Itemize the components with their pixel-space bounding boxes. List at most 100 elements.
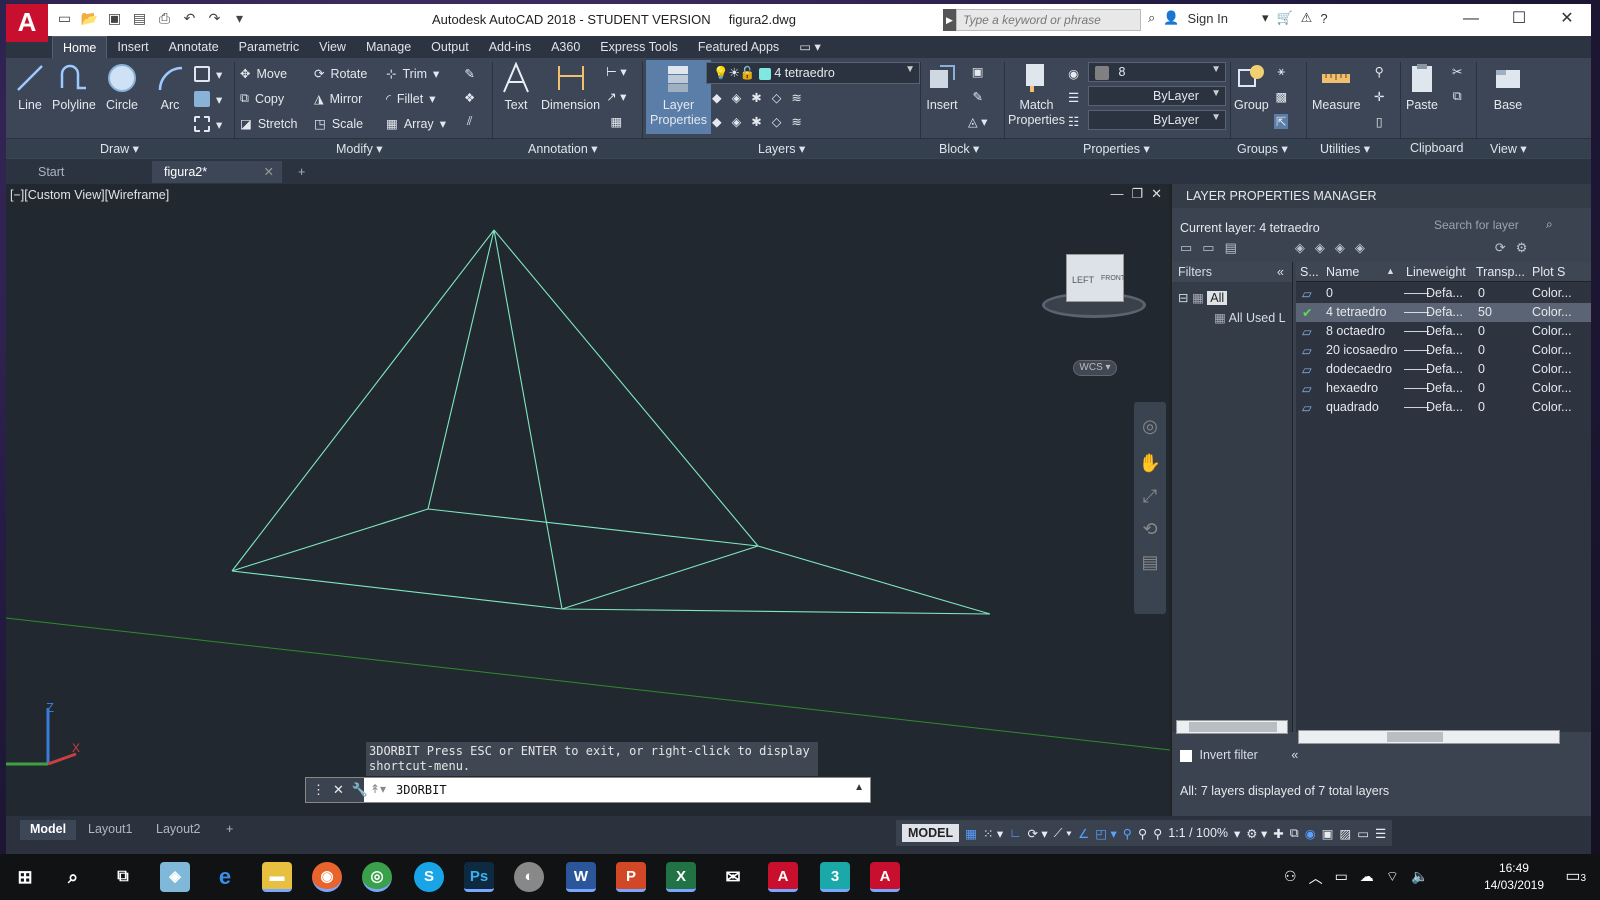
plus-icon[interactable]: ✚ bbox=[1273, 826, 1283, 841]
grid-icon[interactable]: ▦ bbox=[965, 826, 977, 841]
annotation-visibility-icon[interactable]: ⚲ bbox=[1123, 826, 1132, 841]
tab-featured-apps[interactable]: Featured Apps bbox=[688, 36, 789, 58]
trim-dropdown-icon[interactable]: ▾ bbox=[433, 66, 439, 81]
color-dropdown[interactable]: 8 ▼ bbox=[1088, 62, 1226, 82]
user-icon[interactable]: 👤 bbox=[1163, 10, 1179, 26]
fillet-button[interactable]: ◜ Fillet ▾ bbox=[386, 91, 436, 107]
orbit-icon[interactable]: ⟲ bbox=[1134, 519, 1166, 540]
offset-icon[interactable]: ⫽ bbox=[467, 114, 473, 129]
binoculars-icon[interactable]: ⌕ bbox=[1148, 10, 1155, 26]
arc-button[interactable]: Arc bbox=[154, 62, 186, 112]
zoom-icon[interactable]: ⤢ bbox=[1134, 486, 1166, 507]
photoshop-icon[interactable]: Ps bbox=[464, 862, 494, 892]
panel-block-label[interactable]: Block ▾ bbox=[939, 141, 979, 156]
tab-layout2[interactable]: Layout2 bbox=[146, 820, 210, 840]
maximize-icon[interactable]: ☐ bbox=[1495, 4, 1543, 36]
layer-lock-icon[interactable]: ◇ bbox=[772, 90, 782, 105]
tab-annotate[interactable]: Annotate bbox=[159, 36, 229, 58]
tab-model[interactable]: Model bbox=[20, 820, 77, 840]
help-search-input[interactable]: Type a keyword or phrase bbox=[956, 9, 1141, 31]
application-menu-button[interactable]: A bbox=[6, 4, 48, 42]
set-current-icon[interactable]: ◈ bbox=[1355, 240, 1365, 256]
mail-icon[interactable]: ✉ bbox=[718, 862, 748, 892]
panel-annotation-label[interactable]: Annotation ▾ bbox=[528, 141, 598, 156]
layer-row[interactable]: ▱ 0 Defa... 0 Color... —— bbox=[1296, 284, 1591, 303]
col-plot-style[interactable]: Plot S bbox=[1532, 265, 1565, 279]
paint-icon[interactable]: ◐ bbox=[514, 862, 544, 892]
model-space-button[interactable]: MODEL bbox=[902, 824, 960, 842]
panel-layers-label[interactable]: Layers ▾ bbox=[758, 141, 805, 156]
tree-collapse-icon[interactable]: ⊟ bbox=[1178, 291, 1188, 305]
tab-a360[interactable]: A360 bbox=[541, 36, 590, 58]
col-name[interactable]: Name bbox=[1326, 265, 1359, 279]
customize-icon[interactable]: 🔧 bbox=[352, 782, 368, 798]
group-filter-icon[interactable]: ▭ bbox=[1202, 240, 1214, 256]
filter-all-used[interactable]: ▦ All Used L bbox=[1214, 310, 1286, 325]
circle-button[interactable]: Circle bbox=[106, 62, 138, 112]
tab-layout1[interactable]: Layout1 bbox=[78, 820, 142, 840]
notifications-icon[interactable]: ▭3 bbox=[1565, 866, 1586, 886]
id-point-icon[interactable]: ✛ bbox=[1374, 89, 1384, 104]
settings-icon[interactable]: ⚙ bbox=[1516, 240, 1528, 256]
dimension-button[interactable]: Dimension bbox=[541, 62, 600, 112]
quick-select-icon[interactable]: ⚲ bbox=[1375, 64, 1384, 79]
region-tool[interactable]: ▾ bbox=[194, 116, 222, 132]
layer-table-scrollbar[interactable] bbox=[1298, 730, 1560, 744]
new-layout-icon[interactable]: + bbox=[216, 820, 243, 840]
linear-dim-icon[interactable]: ⊢ ▾ bbox=[606, 64, 627, 79]
rotate-button[interactable]: ⟳ Rotate bbox=[314, 66, 367, 82]
scale-button[interactable]: ◳ Scale bbox=[314, 116, 363, 132]
insert-button[interactable]: Insert bbox=[926, 62, 958, 112]
invert-filter-checkbox[interactable] bbox=[1180, 749, 1192, 762]
hatch-tool[interactable]: ▾ bbox=[194, 91, 222, 107]
layer-off-icon[interactable]: ◆ bbox=[712, 90, 722, 105]
tab-output[interactable]: Output bbox=[421, 36, 479, 58]
lineweight-dropdown[interactable]: ByLayer ▼ bbox=[1088, 110, 1226, 130]
plot-icon[interactable]: ⎙ bbox=[154, 10, 175, 27]
people-icon[interactable]: ⚇ bbox=[1284, 868, 1297, 888]
help-icon[interactable]: ? bbox=[1320, 11, 1327, 26]
excel-icon[interactable]: X bbox=[666, 862, 696, 892]
layer-row[interactable]: ▱ dodecaedro Defa... 0 Color... —— bbox=[1296, 360, 1591, 379]
tab-manage[interactable]: Manage bbox=[356, 36, 421, 58]
layer-search-input[interactable]: Search for layer bbox=[1430, 215, 1558, 235]
viewcube[interactable]: LEFT FRONT bbox=[1040, 254, 1150, 324]
osnap-icon[interactable]: ◰ ▾ bbox=[1095, 826, 1117, 841]
layer-states-icon[interactable]: ▤ bbox=[1225, 240, 1237, 256]
paste-button[interactable]: Paste bbox=[1406, 62, 1438, 112]
chrome-icon[interactable]: ◎ bbox=[362, 862, 392, 892]
steering-wheel-icon[interactable]: ◎ bbox=[1134, 416, 1166, 437]
sign-in-dropdown-icon[interactable]: ▾ bbox=[1262, 10, 1269, 26]
filter-all[interactable]: ⊟ ▦ All bbox=[1178, 290, 1228, 305]
layer-on-icon[interactable]: ◆ bbox=[712, 114, 722, 129]
graphics-icon[interactable]: ▨ bbox=[1339, 826, 1351, 841]
layer-row[interactable]: ▱ 20 icosaedro Defa... 0 Color... —— bbox=[1296, 341, 1591, 360]
new-tab-icon[interactable]: + bbox=[286, 161, 317, 183]
panel-properties-label[interactable]: Properties ▾ bbox=[1083, 141, 1150, 156]
layer-thaw-icon[interactable]: ✱ bbox=[751, 114, 761, 129]
calculator-icon[interactable]: ▯ bbox=[1376, 114, 1383, 129]
delete-layer-icon[interactable]: ◈ bbox=[1335, 240, 1345, 256]
create-block-icon[interactable]: ▣ bbox=[972, 64, 984, 79]
group-select-icon[interactable]: ⇱ bbox=[1274, 114, 1289, 129]
invert-filter[interactable]: Invert filter « bbox=[1180, 748, 1298, 762]
volume-icon[interactable]: 🔈 bbox=[1411, 868, 1428, 888]
cloud-icon[interactable]: ☁ bbox=[1360, 868, 1374, 888]
copy-button[interactable]: ⧉ Copy bbox=[240, 91, 284, 106]
scale-dropdown-icon[interactable]: ▾ bbox=[1234, 826, 1240, 841]
edge-icon[interactable]: e bbox=[210, 862, 240, 892]
col-status[interactable]: S... bbox=[1300, 265, 1319, 279]
array-dropdown-icon[interactable]: ▾ bbox=[440, 116, 446, 131]
command-close-icon[interactable]: ✕ bbox=[333, 782, 344, 798]
exchange-icon[interactable]: ⚠ bbox=[1301, 10, 1313, 26]
tab-home[interactable]: Home bbox=[52, 35, 108, 59]
table-icon[interactable]: ▦ bbox=[610, 114, 622, 129]
ungroup-icon[interactable]: ⚹ bbox=[1277, 64, 1285, 79]
isodraft-icon[interactable]: ⟋ ▾ bbox=[1054, 826, 1072, 841]
app-sticky-icon[interactable]: ◈ bbox=[160, 862, 190, 892]
minimize-icon[interactable]: — bbox=[1447, 4, 1495, 36]
group-edit-icon[interactable]: ▩ bbox=[1275, 89, 1287, 104]
lineweight-icon[interactable]: ☰ bbox=[1068, 90, 1079, 105]
clean-screen-icon[interactable]: ▭ bbox=[1357, 826, 1369, 841]
word-icon[interactable]: W bbox=[566, 862, 596, 892]
